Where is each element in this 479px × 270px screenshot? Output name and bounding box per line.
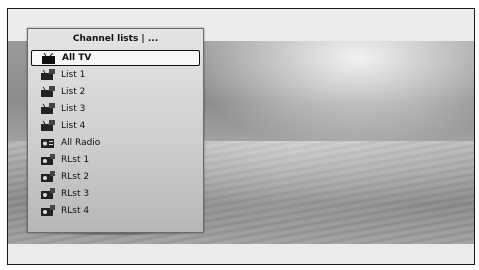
tv-list-icon [41,69,55,80]
menu-item-list-2[interactable]: List 2 [28,83,203,100]
menu-item-list-4[interactable]: List 4 [28,117,203,134]
menu-item-list-1[interactable]: List 1 [28,66,203,83]
menu-item-label: RLst 1 [61,154,90,165]
tv-icon [42,52,55,64]
tv-list-icon [41,120,55,131]
menu-item-label: RLst 2 [61,171,90,182]
menu-item-label: List 4 [61,120,86,131]
radio-list-icon [41,154,55,165]
menu-item-all-tv[interactable]: All TV [31,50,200,66]
bottom-strip [8,244,474,264]
radio-icon [41,139,54,148]
menu-item-label: List 1 [61,69,86,80]
menu-item-rlst-4[interactable]: RLst 4 [28,202,203,219]
radio-list-icon [41,205,55,216]
tv-list-icon [41,103,55,114]
menu-item-all-radio[interactable]: All Radio [28,134,203,151]
tv-list-icon [41,86,55,97]
menu-item-label: List 2 [61,86,86,97]
panel-title: Channel lists | ... [72,34,159,44]
radio-list-icon [41,188,55,199]
channel-list-menu: All TV List 1 List 2 List 3 List 4 All R… [28,50,203,219]
menu-item-label: All Radio [61,137,101,148]
menu-item-rlst-3[interactable]: RLst 3 [28,185,203,202]
menu-item-label: List 3 [61,103,86,114]
radio-list-icon [41,171,55,182]
menu-item-rlst-2[interactable]: RLst 2 [28,168,203,185]
menu-item-label: RLst 4 [61,205,90,216]
menu-item-list-3[interactable]: List 3 [28,100,203,117]
menu-item-rlst-1[interactable]: RLst 1 [28,151,203,168]
menu-item-label: RLst 3 [61,188,90,199]
channel-lists-panel: Channel lists | ... All TV List 1 List 2… [27,28,204,233]
menu-item-label: All TV [62,53,92,63]
